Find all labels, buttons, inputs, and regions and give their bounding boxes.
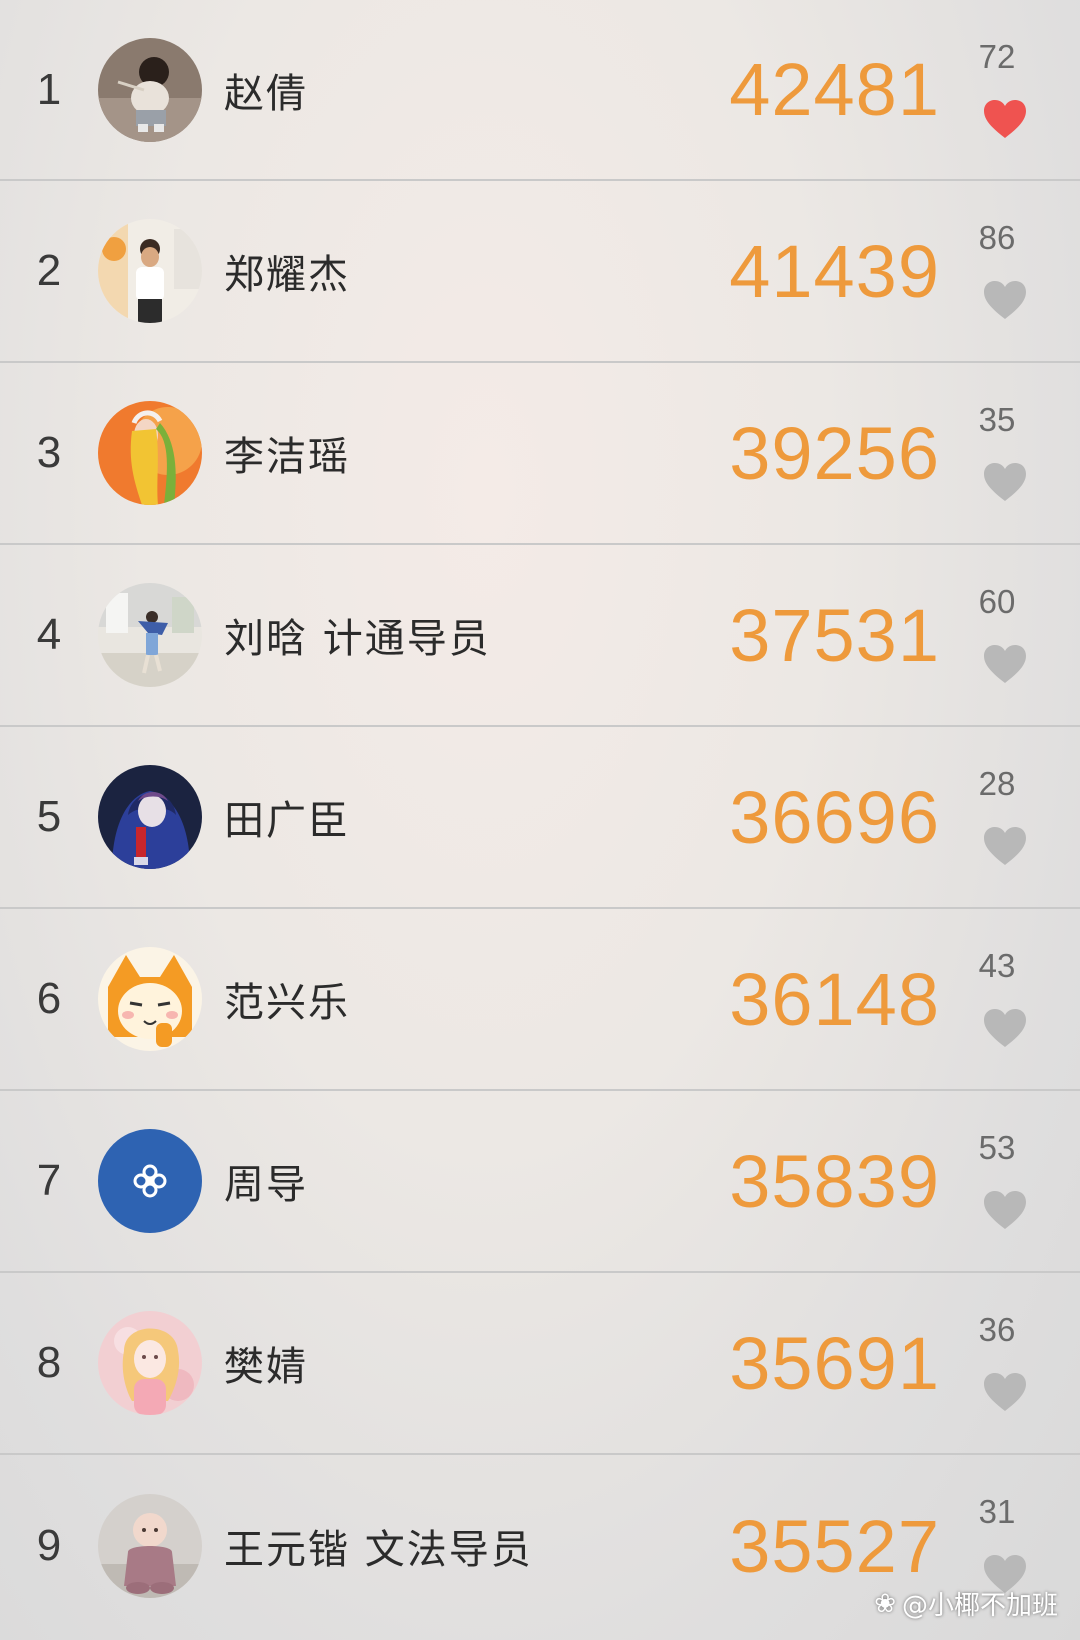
like-count: 28 <box>978 765 1016 802</box>
leaderboard-row[interactable]: 2 郑耀杰 41439 86 <box>0 181 1080 363</box>
rank-number: 7 <box>36 1156 62 1205</box>
user-name: 周导 <box>224 1162 308 1208</box>
leaderboard-row[interactable]: 4 刘晗 计通导员 37531 60 <box>0 545 1080 727</box>
step-count: 36696 <box>729 775 940 859</box>
leaderboard-row[interactable]: 1 赵倩 42481 72 <box>0 0 1080 181</box>
avatar[interactable] <box>98 219 202 323</box>
step-count: 39256 <box>729 411 940 495</box>
avatar[interactable] <box>98 1494 202 1598</box>
rank-number: 8 <box>36 1338 62 1387</box>
user-name: 田广臣 <box>224 798 350 844</box>
like-count: 43 <box>978 947 1016 984</box>
watermark-text: @小椰不加班 <box>901 1591 1058 1621</box>
heart-icon[interactable] <box>982 643 1028 685</box>
like-count: 35 <box>978 401 1016 438</box>
leaderboard-row[interactable]: 7 周导 35839 53 <box>0 1091 1080 1273</box>
user-name: 王元锴 文法导员 <box>224 1527 533 1573</box>
leaderboard-row[interactable]: 3 李洁瑶 39256 35 <box>0 363 1080 545</box>
watermark: ❀ @小椰不加班 <box>874 1585 1058 1622</box>
leaderboard-list: 1 赵倩 42481 72 2 郑耀杰 41439 86 3 李洁瑶 39256… <box>0 0 1080 1637</box>
user-name: 李洁瑶 <box>224 434 350 480</box>
avatar[interactable] <box>98 37 202 142</box>
heart-icon[interactable] <box>982 825 1028 867</box>
leaderboard-row[interactable]: 8 樊婧 35691 36 <box>0 1273 1080 1455</box>
leaderboard-row[interactable]: 6 范兴乐 36148 43 <box>0 909 1080 1091</box>
user-name: 刘晗 计通导员 <box>224 616 491 662</box>
avatar[interactable] <box>98 583 202 687</box>
avatar[interactable] <box>98 947 202 1051</box>
rank-number: 3 <box>36 428 62 477</box>
rank-number: 2 <box>36 246 62 295</box>
avatar[interactable] <box>98 401 202 505</box>
like-count: 60 <box>978 583 1016 620</box>
like-count: 36 <box>978 1311 1016 1348</box>
heart-icon[interactable] <box>982 98 1028 140</box>
user-name: 樊婧 <box>224 1344 308 1390</box>
avatar[interactable] <box>98 765 202 869</box>
step-count: 35839 <box>729 1139 940 1223</box>
heart-icon[interactable] <box>982 279 1028 321</box>
step-count: 41439 <box>729 229 940 313</box>
like-count: 31 <box>978 1493 1016 1530</box>
user-name: 郑耀杰 <box>224 252 350 298</box>
heart-icon[interactable] <box>982 1007 1028 1049</box>
heart-icon[interactable] <box>982 461 1028 503</box>
step-count: 35691 <box>729 1321 940 1405</box>
user-name: 赵倩 <box>224 70 308 117</box>
heart-icon[interactable] <box>982 1371 1028 1413</box>
rank-number: 1 <box>36 64 62 114</box>
step-count: 42481 <box>729 48 940 131</box>
rank-number: 6 <box>36 974 62 1023</box>
avatar[interactable] <box>98 1311 202 1415</box>
rank-number: 5 <box>36 792 62 841</box>
step-count: 36148 <box>729 957 940 1041</box>
like-count: 72 <box>978 38 1016 75</box>
avatar[interactable] <box>98 1129 202 1233</box>
rank-number: 4 <box>36 610 62 659</box>
paw-icon: ❀ <box>874 1588 896 1619</box>
step-count: 37531 <box>729 593 940 677</box>
user-name: 范兴乐 <box>224 980 350 1026</box>
heart-icon[interactable] <box>982 1189 1028 1231</box>
rank-number: 9 <box>36 1521 62 1570</box>
like-count: 53 <box>978 1129 1016 1166</box>
leaderboard-row[interactable]: 5 田广臣 36696 28 <box>0 727 1080 909</box>
like-count: 86 <box>978 219 1016 256</box>
